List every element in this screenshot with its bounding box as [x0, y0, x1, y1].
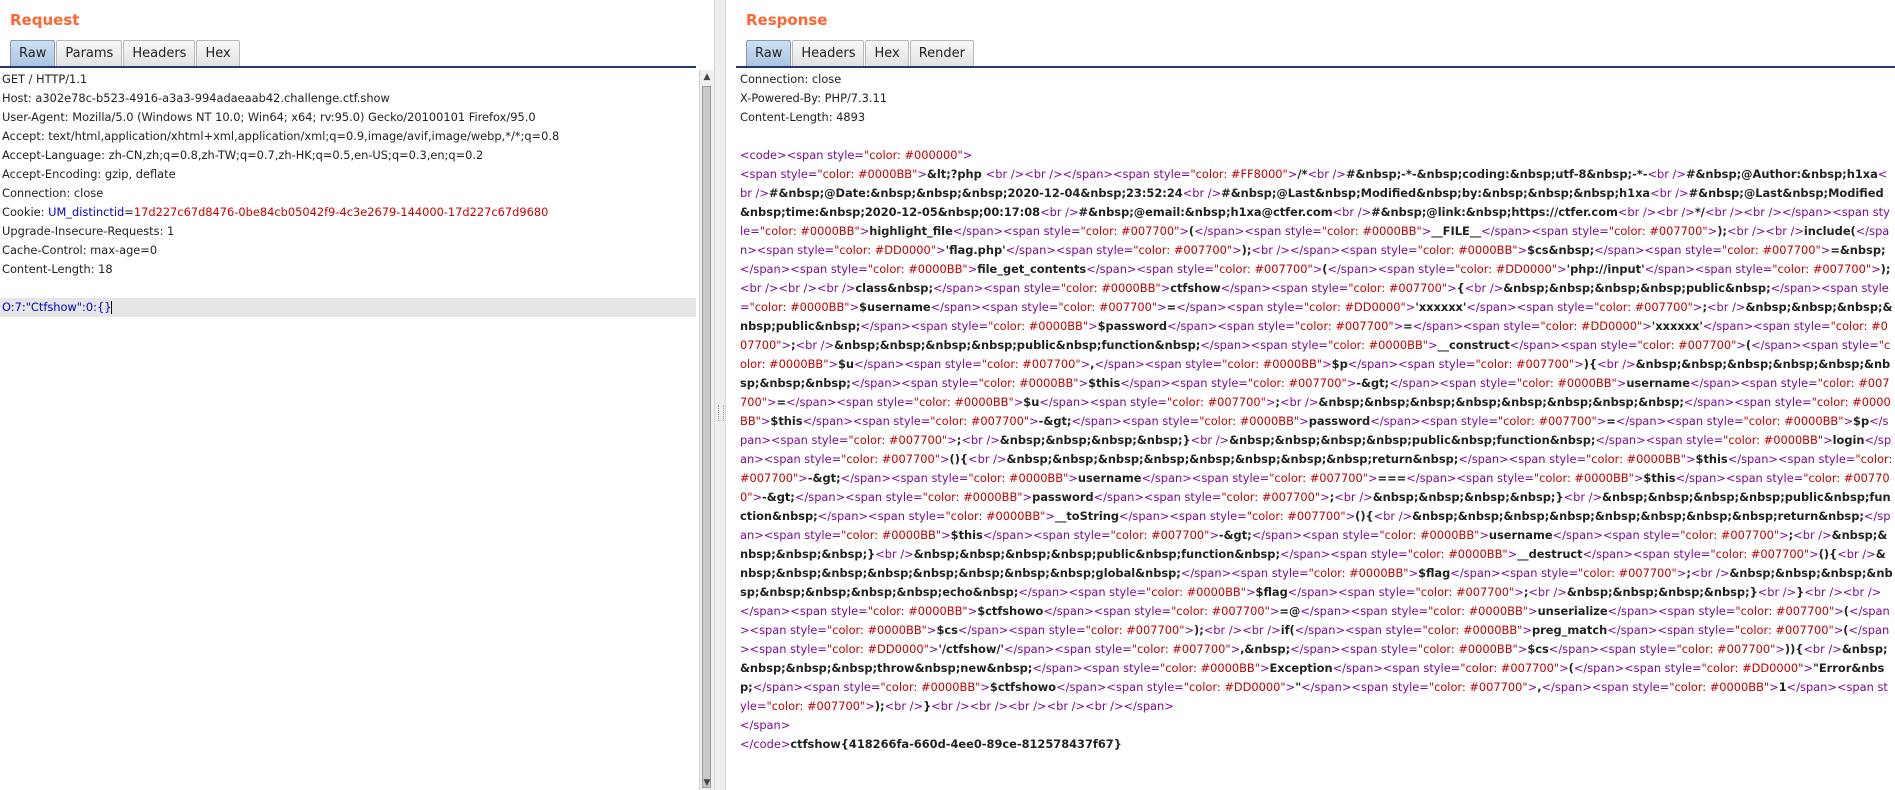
request-line: User-Agent: Mozilla/5.0 (Windows NT 10.0…	[2, 110, 536, 124]
request-line: GET / HTTP/1.1	[2, 72, 88, 86]
request-editor[interactable]: GET / HTTP/1.1 Host: a302e78c-b523-4916-…	[0, 70, 696, 790]
response-tab-hex[interactable]: Hex	[865, 40, 909, 66]
scrollbar-thumb[interactable]	[702, 86, 711, 788]
request-tab-hex[interactable]: Hex	[196, 40, 240, 66]
cookie-eq: =	[124, 205, 134, 219]
request-tab-params[interactable]: Params	[56, 40, 123, 66]
request-line: Accept: text/html,application/xhtml+xml,…	[2, 129, 560, 143]
cookie-line: Cookie: UM_distinctid=17d227c67d8476-0be…	[0, 203, 696, 222]
response-header-line: Connection: close	[740, 72, 842, 86]
response-code-open: <code><span style="color: #000000">	[740, 148, 973, 162]
response-editor[interactable]: Connection: close X-Powered-By: PHP/7.3.…	[738, 70, 1893, 790]
response-panel: Response Raw Headers Hex Render Connecti…	[726, 0, 1895, 790]
response-code-body: <span style="color: #0000BB">&lt;?php <b…	[740, 167, 1893, 713]
scroll-down-arrow-icon[interactable]: ▼	[700, 776, 714, 790]
response-title: Response	[746, 11, 828, 29]
panel-splitter[interactable]	[714, 0, 726, 790]
response-flag: ctfshow{418266fa-660d-4ee0-89ce-81257843…	[790, 737, 1122, 751]
response-tab-headers[interactable]: Headers	[792, 40, 865, 66]
response-code-close-line: </code>ctfshow{418266fa-660d-4ee0-89ce-8…	[738, 735, 1893, 754]
cookie-key: UM_distinctid	[48, 205, 125, 219]
request-title: Request	[10, 11, 80, 29]
request-line: Accept-Language: zh-CN,zh;q=0.8,zh-TW;q=…	[2, 148, 484, 162]
response-tab-underline	[736, 66, 1895, 68]
request-line: Upgrade-Insecure-Requests: 1	[2, 224, 175, 238]
request-line: Accept-Encoding: gzip, deflate	[2, 167, 176, 181]
request-line: Cache-Control: max-age=0	[2, 243, 158, 257]
cookie-value: 17d227c67d8476-0be84cb05042f9-4c3e2679-1…	[133, 205, 549, 219]
cookie-label: Cookie:	[2, 205, 49, 219]
response-span-close: </span>	[740, 718, 791, 732]
response-tab-render[interactable]: Render	[909, 40, 974, 66]
request-body: O:7:"Ctfshow":0:{}	[2, 300, 112, 314]
request-line: Connection: close	[2, 186, 104, 200]
request-tab-raw[interactable]: Raw	[10, 40, 56, 67]
request-tab-underline	[0, 66, 696, 68]
response-header-line: Content-Length: 4893	[740, 110, 866, 124]
response-tab-raw[interactable]: Raw	[746, 40, 792, 67]
text-caret	[111, 301, 113, 314]
request-line: Host: a302e78c-b523-4916-a3a3-994adaeaab…	[2, 91, 390, 105]
request-tab-headers[interactable]: Headers	[123, 40, 196, 66]
request-body-line[interactable]: O:7:"Ctfshow":0:{}	[0, 298, 696, 317]
scroll-up-arrow-icon[interactable]: ▲	[700, 70, 714, 84]
response-tabs: Raw Headers Hex Render	[746, 40, 975, 67]
request-panel: Request Raw Params Headers Hex GET / HTT…	[0, 0, 714, 790]
request-scrollbar[interactable]: ▲ ▼	[699, 70, 714, 790]
splitter-grip-icon	[718, 405, 724, 421]
response-code-close: </code>	[740, 737, 791, 751]
response-header-line: X-Powered-By: PHP/7.3.11	[740, 91, 888, 105]
request-line: Content-Length: 18	[2, 262, 113, 276]
request-tabs: Raw Params Headers Hex	[10, 40, 241, 67]
